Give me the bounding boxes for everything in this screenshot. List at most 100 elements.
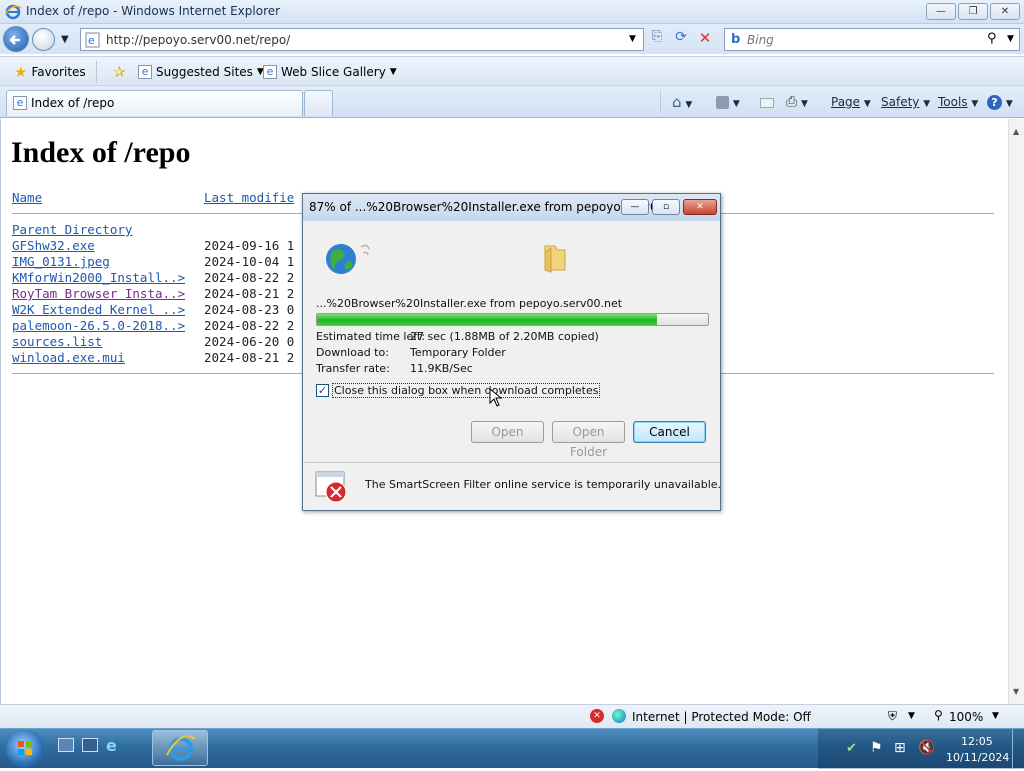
feeds-button[interactable]: ▼ xyxy=(716,92,756,112)
page-menu-button[interactable]: Page ▼ xyxy=(831,92,871,112)
protected-mode-icon[interactable]: ⛨ xyxy=(888,709,897,724)
taskbar-ie-button[interactable] xyxy=(152,730,208,766)
refresh-button[interactable]: ⟳ xyxy=(670,29,692,50)
scroll-down-arrow-icon[interactable]: ▼ xyxy=(1013,687,1019,696)
column-header-last-modified[interactable]: Last modifie xyxy=(204,190,294,206)
read-mail-button[interactable] xyxy=(760,92,778,112)
help-icon: ? xyxy=(987,95,1002,110)
clock-date[interactable]: 10/11/2024 xyxy=(946,751,1009,764)
tools-menu-button[interactable]: Tools ▼ xyxy=(938,92,978,112)
home-button[interactable]: ⌂ ▼ xyxy=(672,92,708,112)
close-when-complete-option[interactable]: ✓ Close this dialog box when download co… xyxy=(316,382,601,398)
search-box[interactable]: b ⚲ ▼ xyxy=(724,28,1020,51)
help-button[interactable]: ? ▼ xyxy=(987,92,1015,112)
start-button[interactable] xyxy=(6,730,44,768)
folder-icon xyxy=(544,245,566,273)
restore-button[interactable]: ❐ xyxy=(958,3,988,20)
show-desktop-button[interactable] xyxy=(1012,729,1024,769)
file-link[interactable]: W2K Extended Kernel ..> xyxy=(12,302,185,317)
stop-button[interactable]: ✕ xyxy=(694,29,716,50)
add-to-favorites-bar-button[interactable]: ✰ xyxy=(113,63,126,81)
sort-by-last-modified-link[interactable]: Last modifie xyxy=(204,190,294,205)
dialog-close-button[interactable]: ✕ xyxy=(683,199,717,215)
safety-menu-label: Safety xyxy=(881,95,920,109)
dialog-title-bar[interactable]: 87% of ...%20Browser%20Installer.exe fro… xyxy=(303,194,720,221)
switch-windows-icon[interactable] xyxy=(82,738,98,752)
action-center-icon[interactable]: ✔ xyxy=(846,741,857,756)
zoom-icon: ⚲ xyxy=(934,708,943,722)
chevron-down-icon: ▼ xyxy=(389,67,397,77)
file-link[interactable]: palemoon-26.5.0-2018..> xyxy=(12,318,185,333)
search-options-dropdown[interactable]: ▼ xyxy=(1007,34,1014,44)
smartscreen-status-icon[interactable]: ✕ xyxy=(590,709,604,723)
dialog-minimize-button[interactable]: — xyxy=(621,199,649,215)
suggested-sites-link[interactable]: e Suggested Sites ▼ xyxy=(138,63,264,81)
favorites-star-icon: ★ xyxy=(14,63,28,81)
file-row: W2K Extended Kernel ..> 2024-08-23 0 xyxy=(12,302,294,318)
address-toolbar: ▼ e http://pepoyo.serv00.net/repo/ ▼ ⎘ ⟳… xyxy=(0,24,1024,54)
file-link[interactable]: sources.list xyxy=(12,334,102,349)
dialog-maximize-button[interactable]: ▫ xyxy=(652,199,680,215)
page-icon: e xyxy=(263,65,277,79)
file-link[interactable]: GFShw32.exe xyxy=(12,238,95,253)
close-window-button[interactable]: ✕ xyxy=(990,3,1020,20)
clock-time[interactable]: 12:05 xyxy=(961,735,993,748)
chevron-down-icon: ▼ xyxy=(1005,99,1013,109)
recent-pages-dropdown[interactable]: ▼ xyxy=(61,34,69,45)
vertical-scrollbar[interactable]: ▲ ▼ xyxy=(1008,119,1024,704)
favorites-button[interactable]: ★ Favorites xyxy=(14,63,86,81)
column-header-name[interactable]: Name xyxy=(12,190,42,206)
sort-by-name-link[interactable]: Name xyxy=(12,190,42,205)
ie-quicklaunch-icon[interactable]: e xyxy=(106,736,117,755)
window-title-bar[interactable]: Index of /repo - Windows Internet Explor… xyxy=(0,0,1024,24)
file-link[interactable]: winload.exe.mui xyxy=(12,350,125,365)
address-bar[interactable]: e http://pepoyo.serv00.net/repo/ ▼ xyxy=(80,28,644,51)
search-input[interactable] xyxy=(747,31,977,48)
chevron-down-icon[interactable]: ▼ xyxy=(908,711,915,721)
open-button[interactable]: Open xyxy=(471,421,544,443)
transfer-rate-label: Transfer rate: xyxy=(316,362,390,375)
zoom-level[interactable]: 100% xyxy=(949,710,983,724)
url-text[interactable]: http://pepoyo.serv00.net/repo/ xyxy=(106,33,290,47)
security-zone-text[interactable]: Internet | Protected Mode: Off xyxy=(632,710,811,724)
close-when-complete-checkbox[interactable]: ✓ xyxy=(316,383,329,397)
new-tab-button[interactable] xyxy=(304,90,333,116)
minimize-button[interactable]: — xyxy=(926,3,956,20)
safety-menu-button[interactable]: Safety ▼ xyxy=(881,92,930,112)
favorites-label: Favorites xyxy=(31,65,86,79)
page-heading: Index of /repo xyxy=(11,136,191,169)
file-link[interactable]: RoyTam Browser Insta..> xyxy=(12,286,185,301)
network-icon[interactable]: ⊞ xyxy=(894,740,906,756)
chevron-down-icon: ▼ xyxy=(732,99,740,109)
command-divider xyxy=(660,91,661,113)
address-dropdown-icon[interactable]: ▼ xyxy=(629,34,636,44)
compatibility-view-button[interactable]: ⎘ xyxy=(646,29,668,50)
volume-muted-icon[interactable]: 🔇 xyxy=(918,740,935,756)
file-link[interactable]: IMG_0131.jpeg xyxy=(12,254,110,269)
cancel-button[interactable]: Cancel xyxy=(633,421,706,443)
page-icon: e xyxy=(13,96,27,110)
forward-button[interactable] xyxy=(32,28,55,51)
close-when-complete-label[interactable]: Close this dialog box when download comp… xyxy=(332,382,601,398)
back-button[interactable] xyxy=(3,26,29,52)
file-row: winload.exe.mui 2024-08-21 2 xyxy=(12,350,294,366)
file-link[interactable]: KMforWin2000_Install..> xyxy=(12,270,185,285)
print-button[interactable]: ⎙ ▼ xyxy=(786,92,822,112)
flag-icon[interactable]: ⚑ xyxy=(870,740,883,756)
smartscreen-error-icon xyxy=(315,471,347,503)
parent-directory-row[interactable]: Parent Directory xyxy=(12,222,132,237)
smartscreen-footer: The SmartScreen Filter online service is… xyxy=(303,463,721,510)
show-desktop-icon[interactable] xyxy=(58,738,74,752)
search-icon[interactable]: ⚲ xyxy=(987,31,997,46)
zoom-dropdown-icon[interactable]: ▼ xyxy=(992,711,999,721)
tab-label: Index of /repo xyxy=(31,96,115,110)
download-to-value: Temporary Folder xyxy=(410,346,506,359)
scroll-up-arrow-icon[interactable]: ▲ xyxy=(1013,127,1019,136)
rss-feed-icon xyxy=(716,96,729,109)
parent-directory-link[interactable]: Parent Directory xyxy=(12,222,132,237)
internet-zone-icon xyxy=(612,709,626,723)
tab-index-of-repo[interactable]: e Index of /repo xyxy=(6,90,303,116)
globe-icon xyxy=(326,244,370,274)
open-folder-button[interactable]: Open Folder xyxy=(552,421,625,459)
web-slice-gallery-link[interactable]: e Web Slice Gallery ▼ xyxy=(263,63,397,81)
